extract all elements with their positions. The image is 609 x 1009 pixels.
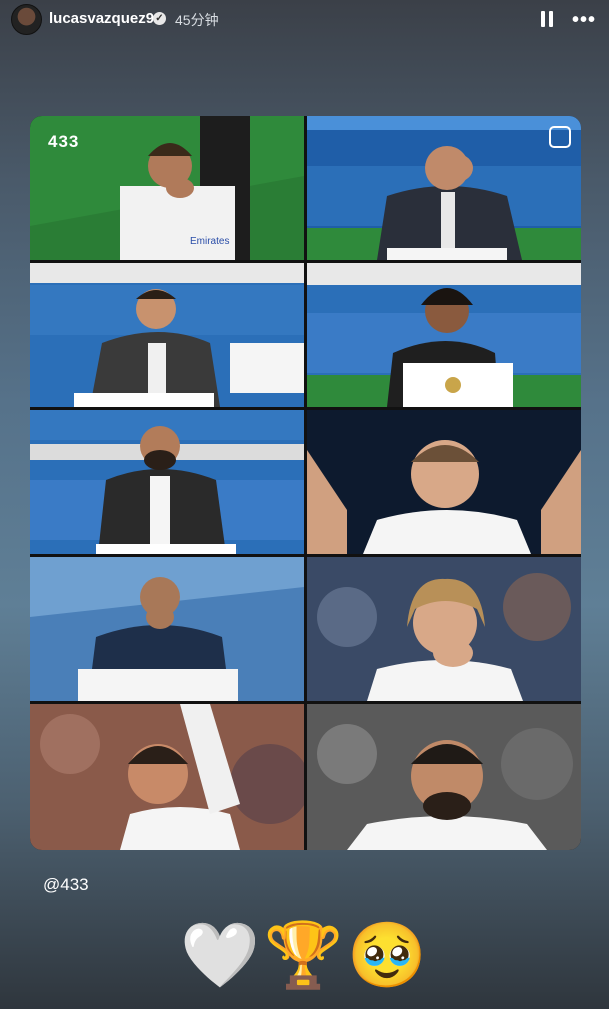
collage-photo-kroos <box>307 410 581 554</box>
post-credit[interactable]: @433 <box>43 875 89 895</box>
post-time: 45分钟 <box>175 12 219 28</box>
username[interactable]: lucasvazquez91 <box>49 10 162 27</box>
collage-photo-carvajal <box>307 704 581 850</box>
more-options-icon[interactable]: ••• <box>572 9 596 32</box>
white-heart-icon: 🤍 <box>180 919 260 991</box>
watermark-433: 433 <box>48 132 80 151</box>
collage-photo-lucas <box>30 704 304 850</box>
collage-photo-nacho <box>30 263 304 407</box>
verified-icon: ✓ <box>153 12 166 25</box>
instagram-icon <box>549 126 571 148</box>
svg-text:Emirates: Emirates <box>190 236 229 247</box>
emoji-row: 🤍🏆🥹 <box>180 915 427 995</box>
avatar[interactable] <box>11 4 42 35</box>
teary-face-icon: 🥹 <box>347 919 428 991</box>
collage-photo-marcelo <box>307 263 581 407</box>
trophy-icon: 🏆 <box>263 919 344 991</box>
collage-photo-ronaldo: Emirates 433 <box>30 116 304 260</box>
collage-photo-modric <box>307 557 581 701</box>
collage-photo-ramos <box>307 116 581 260</box>
collage-photo-benzema <box>30 410 304 554</box>
story-header: lucasvazquez91 ✓ 45分钟 ••• <box>0 0 609 40</box>
collage-photo-carvajal-speech <box>30 557 304 701</box>
photo-collage: Emirates 433 <box>30 116 581 850</box>
pause-icon[interactable] <box>540 11 554 27</box>
